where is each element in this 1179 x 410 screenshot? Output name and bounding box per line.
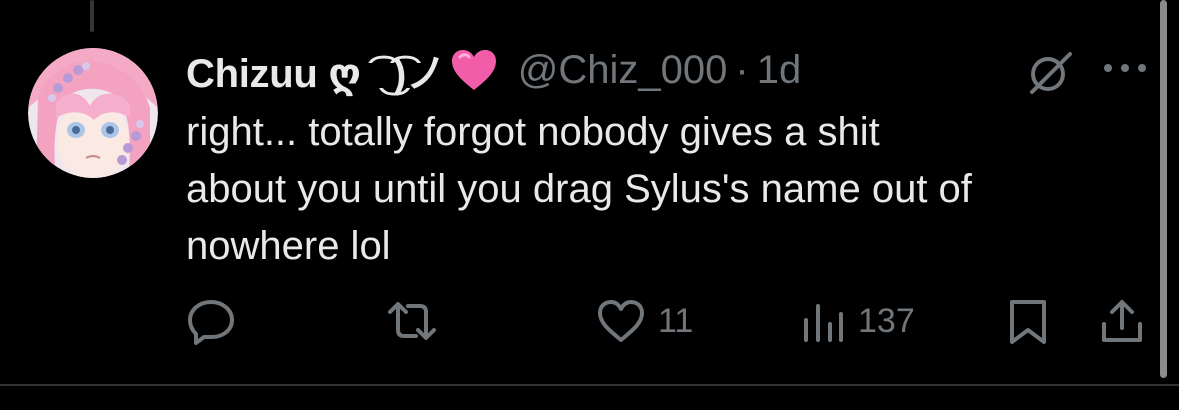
display-name[interactable]: Chizuu ღ ͡ ͜ ͡)ノ bbox=[186, 41, 446, 99]
more-options-icon[interactable] bbox=[1102, 58, 1148, 78]
user-handle[interactable]: @Chiz_000 bbox=[518, 48, 728, 93]
like-button[interactable]: 11 bbox=[596, 296, 693, 346]
post-header: Chizuu ღ ͡ ͜ ͡)ノ @Chiz_000 · 1d bbox=[186, 40, 801, 100]
reply-button[interactable] bbox=[186, 296, 236, 346]
views-count: 137 bbox=[858, 301, 915, 340]
avatar-image bbox=[28, 48, 158, 178]
divider bbox=[0, 384, 1179, 386]
views-button[interactable]: 137 bbox=[800, 296, 915, 346]
views-bar-chart-icon bbox=[804, 304, 843, 342]
thread-connector-line bbox=[90, 0, 94, 32]
bookmark-icon bbox=[1010, 300, 1046, 344]
timestamp[interactable]: 1d bbox=[757, 48, 802, 93]
repost-button[interactable] bbox=[386, 296, 438, 346]
separator-dot: · bbox=[735, 47, 749, 92]
scrollbar[interactable] bbox=[1160, 0, 1167, 378]
reply-icon bbox=[188, 300, 234, 345]
repost-icon bbox=[388, 302, 436, 340]
share-icon bbox=[1102, 300, 1142, 342]
grok-icon[interactable] bbox=[1026, 48, 1074, 96]
avatar[interactable] bbox=[28, 48, 158, 178]
pink-heart-emoji-icon bbox=[450, 48, 498, 92]
post-text: right... totally forgot nobody gives a s… bbox=[186, 110, 972, 268]
heart-icon bbox=[598, 300, 644, 342]
bookmark-button[interactable] bbox=[1006, 296, 1050, 346]
like-count: 11 bbox=[658, 301, 694, 340]
share-button[interactable] bbox=[1100, 296, 1144, 346]
